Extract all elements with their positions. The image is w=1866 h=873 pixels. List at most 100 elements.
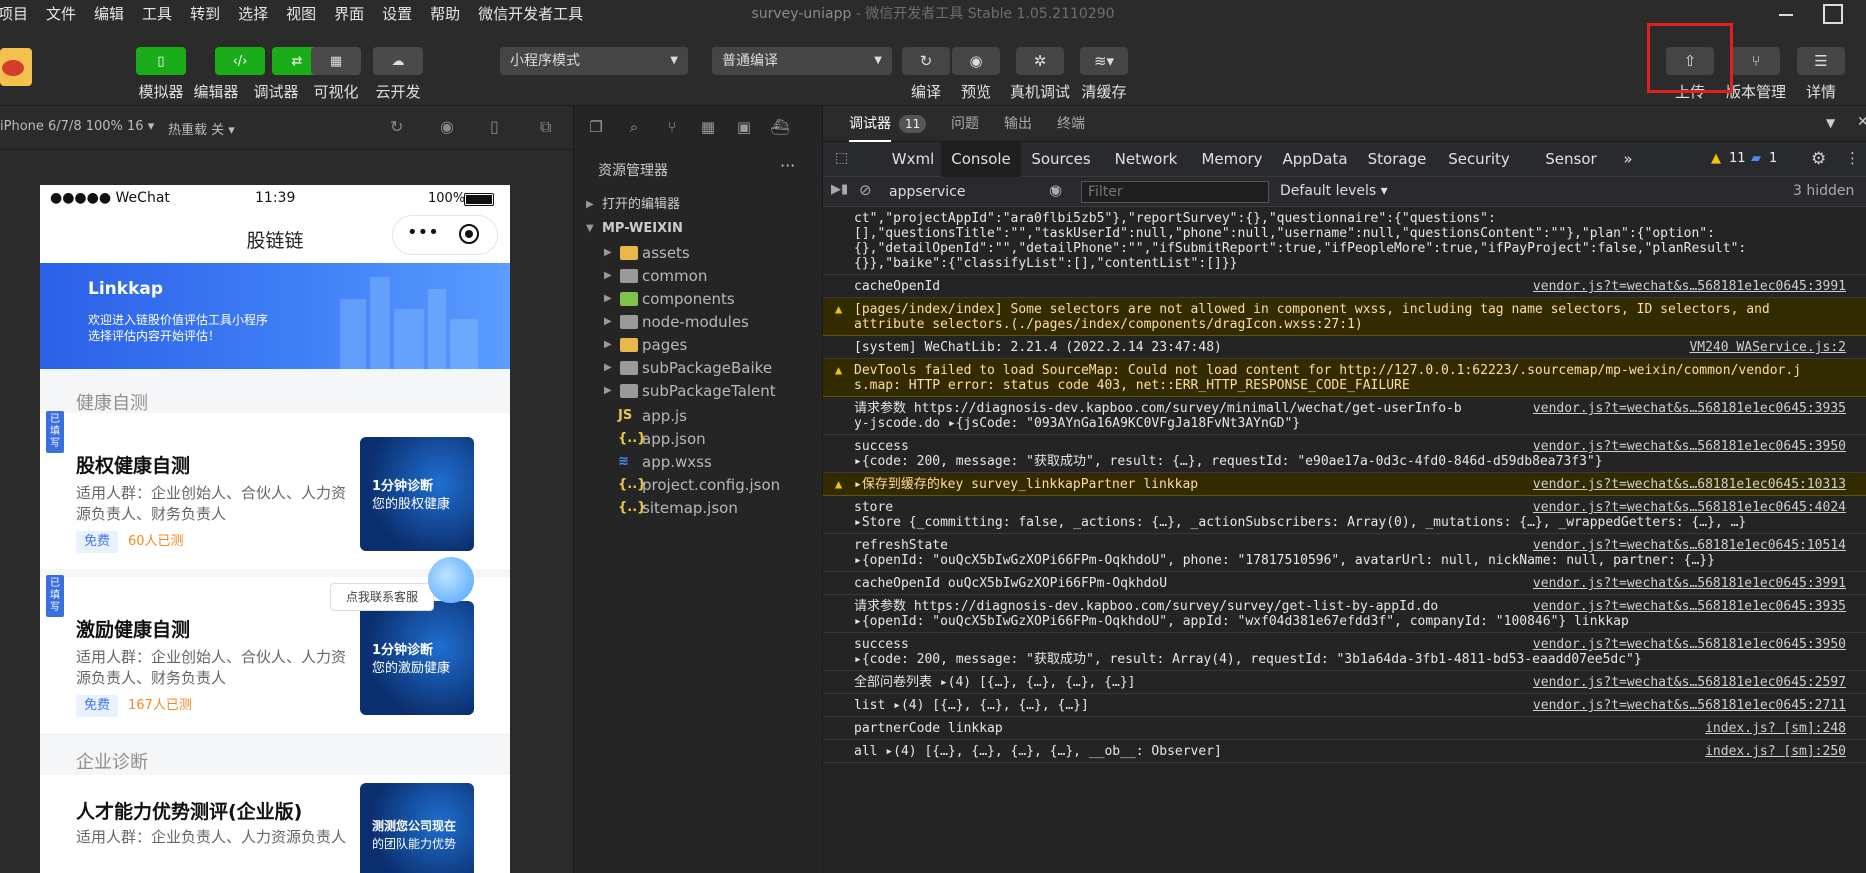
git-icon[interactable]: ⑂: [662, 118, 682, 138]
menu-item[interactable]: 视图: [277, 0, 325, 28]
console-warning[interactable]: ▲ DevTools failed to load SourceMap: Coul…: [823, 359, 1866, 397]
console-log[interactable]: partnerCode linkkap index.js? [sm]:248: [823, 717, 1866, 740]
menu-item[interactable]: 转到: [181, 0, 229, 28]
compile-button[interactable]: ↻: [902, 47, 950, 75]
panel-wxml[interactable]: Wxml: [885, 142, 941, 177]
console-log[interactable]: 请求参数 https://diagnosis-dev.kapboo.com/su…: [823, 397, 1866, 435]
tab-terminal[interactable]: 终端: [1057, 106, 1085, 142]
close-icon[interactable]: ✕: [1857, 114, 1866, 130]
minimize-icon[interactable]: [1775, 4, 1797, 24]
console-log[interactable]: store ▸Store {_committing: false, _action…: [823, 496, 1866, 534]
console-log[interactable]: cacheOpenId ouQcX5bIwGzXOPi66FPm-OqkhdoU…: [823, 572, 1866, 595]
console-warning[interactable]: ▲ [pages/index/index] Some selectors are …: [823, 298, 1866, 336]
log-source-link[interactable]: vendor.js?t=wechat&s…568181e1ec0645:3950: [1533, 439, 1846, 454]
inspect-icon[interactable]: ⬚: [835, 150, 848, 166]
refresh-icon[interactable]: ↻: [390, 117, 403, 136]
console-log[interactable]: 请求参数 https://diagnosis-dev.kapboo.com/su…: [823, 595, 1866, 633]
log-source-link[interactable]: index.js? [sm]:248: [1705, 721, 1846, 736]
sidebar-toggle-icon[interactable]: ▶▮: [831, 182, 848, 197]
console-log[interactable]: refreshState ▸{openId: "ouQcX5bIwGzXOPi66…: [823, 534, 1866, 572]
message-count[interactable]: 1: [1769, 151, 1777, 166]
phone-icon[interactable]: ▯: [490, 117, 499, 136]
log-source-link[interactable]: vendor.js?t=wechat&s…568181e1ec0645:3950: [1533, 637, 1846, 652]
collapse-icon[interactable]: ▼: [1826, 116, 1835, 130]
panel-sensor[interactable]: Sensor: [1531, 142, 1611, 177]
compile-select[interactable]: 普通编译 ▼: [712, 47, 892, 75]
menu-item[interactable]: 微信开发者工具: [469, 0, 592, 28]
log-source-link[interactable]: vendor.js?t=wechat&s…568181e1ec0645:3991: [1533, 576, 1846, 591]
stop-icon[interactable]: ◉: [440, 117, 454, 136]
console-log[interactable]: [system] WeChatLib: 2.21.4 (2022.2.14 23…: [823, 336, 1866, 359]
open-editors-row[interactable]: ▶ 打开的编辑器: [574, 192, 822, 218]
clear-console-icon[interactable]: ⊘: [859, 181, 872, 199]
panel-console[interactable]: Console: [941, 142, 1021, 177]
popout-icon[interactable]: ⧉: [540, 117, 551, 137]
version-button[interactable]: ⑂: [1732, 47, 1780, 75]
menu-item[interactable]: 编辑: [85, 0, 133, 28]
files-icon[interactable]: ❐: [586, 118, 606, 138]
console-filter-input[interactable]: [1081, 181, 1269, 203]
service-tooltip[interactable]: 点我联系客服: [330, 583, 434, 611]
tab-debugger[interactable]: 调试器: [849, 106, 891, 142]
levels-select[interactable]: Default levels ▾: [1280, 183, 1388, 199]
root-folder-row[interactable]: ▼ MP-WEIXIN: [574, 216, 822, 242]
search-icon[interactable]: ⌕: [624, 118, 644, 138]
docker-icon[interactable]: ⛴: [770, 118, 790, 138]
log-source-link[interactable]: vendor.js?t=wechat&s…568181e1ec0645:3991: [1533, 279, 1846, 294]
panel-security[interactable]: Security: [1439, 142, 1519, 177]
console-log[interactable]: 全部问卷列表 ▸(4) [{…}, {…}, {…}, {…}] vendor.j…: [823, 671, 1866, 694]
log-source-link[interactable]: vendor.js?t=wechat&s…68181e1ec0645:10514: [1533, 538, 1846, 553]
console-log[interactable]: cacheOpenId vendor.js?t=wechat&s…568181e1…: [823, 275, 1866, 298]
cloud-button[interactable]: ☁: [373, 47, 423, 75]
more-icon[interactable]: ···: [780, 156, 795, 175]
log-source-link[interactable]: vendor.js?t=wechat&s…568181e1ec0645:4024: [1533, 500, 1846, 515]
menu-item[interactable]: 文件: [37, 0, 85, 28]
log-source-link[interactable]: vendor.js?t=wechat&s…568181e1ec0645:2597: [1533, 675, 1846, 690]
survey-card[interactable]: 人才能力优势测评(企业版) 适用人群：企业负责人、人力资源负责人 测测您公司现在…: [40, 775, 510, 873]
console-log[interactable]: success ▸{code: 200, message: "获取成功", res…: [823, 633, 1866, 671]
more-icon[interactable]: •••: [407, 222, 439, 243]
editor-button[interactable]: ‹/›: [215, 47, 265, 75]
details-button[interactable]: ☰: [1797, 47, 1845, 75]
tab-issues[interactable]: 问题: [951, 106, 979, 142]
log-source-link[interactable]: vendor.js?t=wechat&s…68181e1ec0645:10313: [1533, 477, 1846, 492]
menu-item[interactable]: 选择: [229, 0, 277, 28]
welcome-banner[interactable]: Linkkap 欢迎进入链股价值评估工具小程序 选择评估内容开始评估！: [40, 263, 510, 369]
log-source-link[interactable]: VM240 WAService.js:2: [1689, 340, 1846, 355]
log-source-link[interactable]: vendor.js?t=wechat&s…568181e1ec0645:3935: [1533, 599, 1846, 614]
folder-row[interactable]: ▶ subPackageTalent: [574, 378, 822, 404]
remote-debug-button[interactable]: ✲: [1016, 47, 1064, 75]
preview-button[interactable]: ◉: [952, 47, 1000, 75]
context-select[interactable]: appservice ▼: [889, 181, 1069, 203]
hot-reload-select[interactable]: 热重载 关 ▾: [168, 119, 235, 138]
console-warning[interactable]: ▲ ▸保存到缓存的key survey_linkkapPartner linkka…: [823, 473, 1866, 496]
console-log[interactable]: success ▸{code: 200, message: "获取成功", res…: [823, 435, 1866, 473]
panel-appdata[interactable]: AppData: [1275, 142, 1355, 177]
panel-sources[interactable]: Sources: [1021, 142, 1101, 177]
clear-cache-button[interactable]: ≋▾: [1080, 47, 1128, 75]
maximize-icon[interactable]: [1823, 4, 1843, 24]
log-source-link[interactable]: vendor.js?t=wechat&s…568181e1ec0645:2711: [1533, 698, 1846, 713]
panel-icon[interactable]: ▣: [734, 118, 754, 138]
robot-icon[interactable]: [428, 557, 474, 603]
panel-network[interactable]: Network: [1103, 142, 1189, 177]
simulator-button[interactable]: ▯: [136, 47, 186, 75]
capsule-menu[interactable]: •••: [392, 215, 498, 255]
extensions-icon[interactable]: ▦: [698, 118, 718, 138]
console-log[interactable]: list ▸(4) [{…}, {…}, {…}, {…}] vendor.js?…: [823, 694, 1866, 717]
warning-count[interactable]: 11: [1729, 151, 1746, 166]
menu-item[interactable]: 工具: [133, 0, 181, 28]
menu-item[interactable]: 项目: [0, 0, 37, 28]
menu-item[interactable]: 界面: [325, 0, 373, 28]
project-avatar[interactable]: [0, 48, 32, 86]
panel-memory[interactable]: Memory: [1191, 142, 1273, 177]
panel-storage[interactable]: Storage: [1357, 142, 1437, 177]
log-source-link[interactable]: vendor.js?t=wechat&s…568181e1ec0645:3935: [1533, 401, 1846, 416]
survey-card[interactable]: 已填写 股权健康自测 适用人群：企业创始人、合伙人、人力资源负责人、财务负责人 …: [40, 411, 510, 569]
menu-item[interactable]: 设置: [373, 0, 421, 28]
tab-output[interactable]: 输出: [1004, 106, 1032, 142]
console-log[interactable]: all ▸(4) [{…}, {…}, {…}, {…}, __ob__: Ob…: [823, 740, 1866, 763]
device-select[interactable]: iPhone 6/7/8 100% 16 ▾: [0, 119, 154, 134]
eye-icon[interactable]: ◉: [1049, 181, 1062, 199]
console-log[interactable]: ct","projectAppId":"ara0flbi5zb5"},"repo…: [823, 207, 1866, 275]
